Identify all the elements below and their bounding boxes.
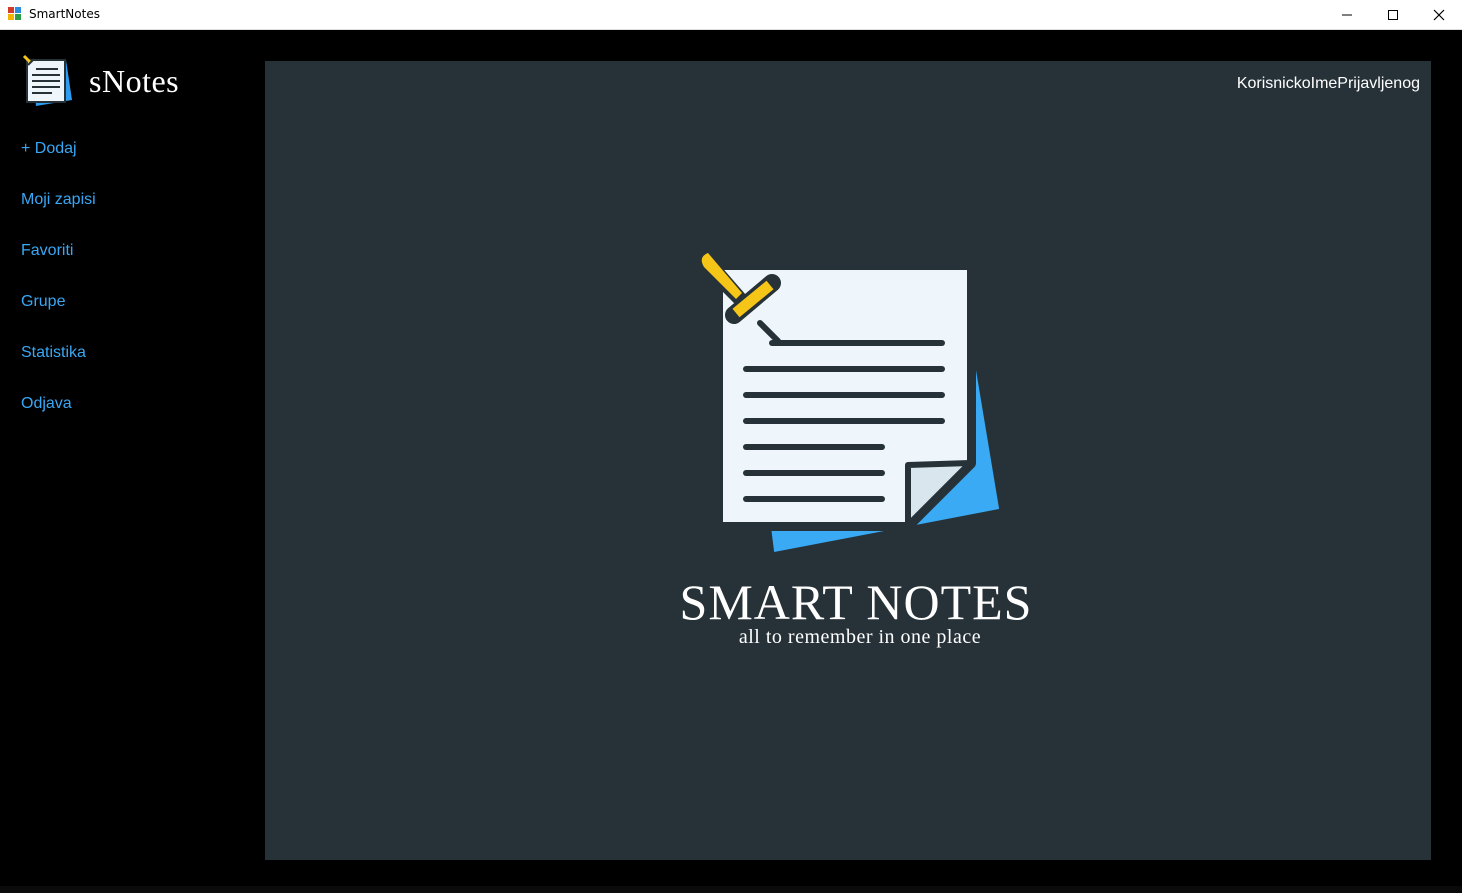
sidebar-item-favorites[interactable]: Favoriti <box>21 242 73 260</box>
app-window: SmartNotes sNotes + Dodaj Moji zapisi Fa… <box>0 0 1462 893</box>
hero-subtitle: all to remember in one place <box>738 626 982 648</box>
sidebar-item-my-notes[interactable]: Moji zapisi <box>21 191 96 209</box>
sidebar-item-groups[interactable]: Grupe <box>21 293 65 311</box>
brand-name: sNotes <box>89 63 180 99</box>
sidebar-item-add[interactable]: + Dodaj <box>21 140 77 158</box>
title-bar[interactable]: SmartNotes <box>0 0 1462 30</box>
bottom-strip <box>0 886 1462 893</box>
app-icon <box>8 7 21 20</box>
sidebar-item-logout[interactable]: Odjava <box>21 395 72 413</box>
minimize-icon <box>1342 14 1352 15</box>
sidebar: sNotes + Dodaj Moji zapisi Favoriti Grup… <box>0 30 265 890</box>
close-button[interactable] <box>1416 0 1462 29</box>
main-panel: KorisnickoImePrijavljenog SMART NOTES al… <box>265 61 1431 860</box>
maximize-button[interactable] <box>1370 0 1416 29</box>
username-label[interactable]: KorisnickoImePrijavljenog <box>1237 75 1420 93</box>
maximize-icon <box>1388 9 1398 20</box>
notes-logo-icon <box>22 54 72 106</box>
minimize-button[interactable] <box>1324 0 1370 29</box>
sidebar-item-statistics[interactable]: Statistika <box>21 344 86 362</box>
window-title: SmartNotes <box>29 7 100 21</box>
hero-title: SMART NOTES <box>679 574 1033 630</box>
smart-notes-logo-icon <box>697 249 1013 563</box>
close-icon <box>1433 9 1445 20</box>
